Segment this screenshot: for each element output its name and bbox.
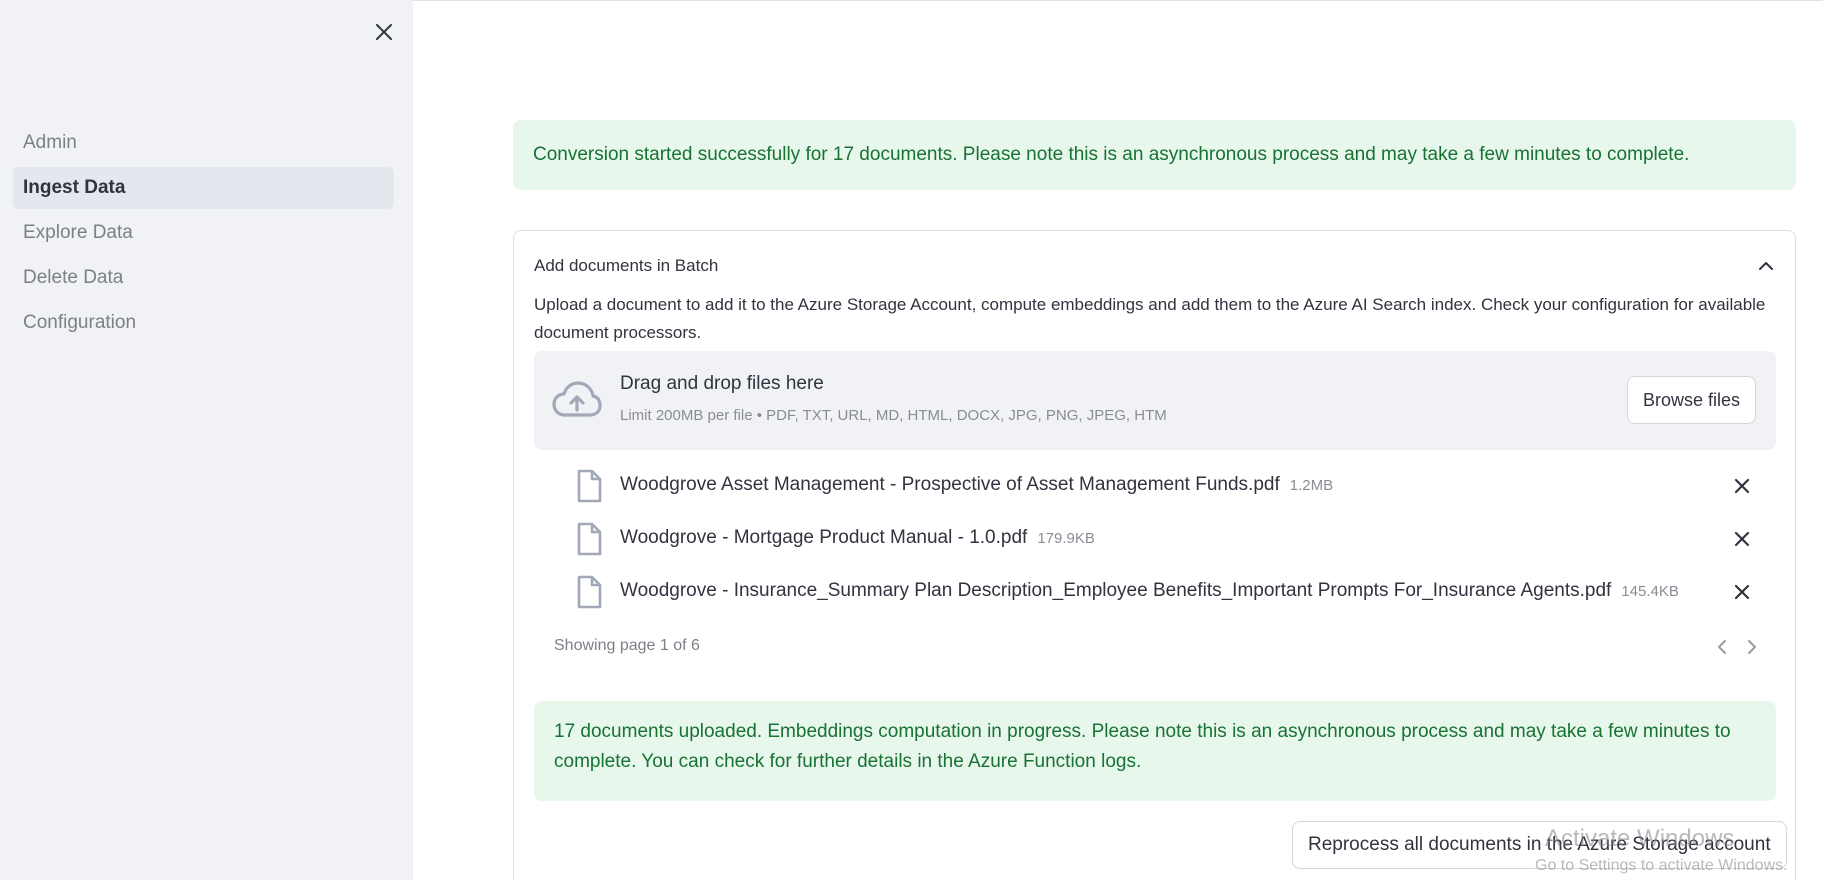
close-icon bbox=[1734, 584, 1750, 600]
sidebar-item-configuration[interactable]: Configuration bbox=[13, 302, 394, 344]
expander-description: Upload a document to add it to the Azure… bbox=[534, 295, 1766, 342]
file-dropzone[interactable]: Drag and drop files here Limit 200MB per… bbox=[534, 351, 1776, 450]
sidebar-nav: Admin Ingest Data Explore Data Delete Da… bbox=[13, 122, 394, 347]
dropzone-title: Drag and drop files here bbox=[620, 373, 824, 394]
uploaded-file-row: Woodgrove Asset Management - Prospective… bbox=[534, 463, 1776, 509]
chevron-left-icon bbox=[1718, 640, 1726, 654]
conversion-alert-text: Conversion started successfully for 17 d… bbox=[533, 144, 1690, 165]
file-name: Woodgrove Asset Management - Prospective… bbox=[620, 474, 1280, 495]
uploaded-file-row: Woodgrove - Mortgage Product Manual - 1.… bbox=[534, 516, 1776, 562]
sidebar-item-label: Ingest Data bbox=[23, 177, 126, 198]
add-documents-expander: Add documents in Batch Upload a document… bbox=[513, 230, 1796, 880]
close-icon bbox=[1734, 478, 1750, 494]
close-icon bbox=[376, 24, 392, 40]
dropzone-limit: Limit 200MB per file • PDF, TXT, URL, MD… bbox=[620, 407, 1167, 424]
file-name: Woodgrove - Mortgage Product Manual - 1.… bbox=[620, 527, 1028, 548]
chevron-up-icon bbox=[1759, 262, 1773, 270]
file-size: 145.4KB bbox=[1621, 583, 1679, 600]
sidebar: Admin Ingest Data Explore Data Delete Da… bbox=[0, 0, 413, 880]
upload-alert-text: 17 documents uploaded. Embeddings comput… bbox=[554, 721, 1731, 772]
file-size: 179.9KB bbox=[1037, 530, 1095, 547]
browse-files-button[interactable]: Browse files bbox=[1626, 376, 1756, 424]
file-icon bbox=[577, 575, 602, 609]
file-icon bbox=[577, 469, 602, 503]
sidebar-item-label: Explore Data bbox=[23, 222, 133, 243]
sidebar-item-label: Configuration bbox=[23, 312, 137, 333]
file-name: Woodgrove - Insurance_Summary Plan Descr… bbox=[620, 580, 1612, 601]
next-page-button[interactable] bbox=[1740, 635, 1764, 659]
pagination-status: Showing page 1 of 6 bbox=[554, 637, 700, 654]
cloud-upload-icon bbox=[552, 381, 602, 417]
sidebar-item-ingest-data[interactable]: Ingest Data bbox=[13, 167, 394, 209]
sidebar-item-label: Admin bbox=[23, 132, 77, 153]
sidebar-item-label: Delete Data bbox=[23, 267, 124, 288]
main-content: Conversion started successfully for 17 d… bbox=[413, 0, 1823, 880]
sidebar-item-explore-data[interactable]: Explore Data bbox=[13, 212, 394, 254]
close-icon bbox=[1734, 531, 1750, 547]
reprocess-all-button[interactable]: Reprocess all documents in the Azure Sto… bbox=[1292, 821, 1787, 869]
expander-header[interactable]: Add documents in Batch bbox=[534, 251, 1774, 281]
remove-file-button[interactable] bbox=[1730, 580, 1754, 604]
conversion-success-alert: Conversion started successfully for 17 d… bbox=[513, 120, 1796, 190]
remove-file-button[interactable] bbox=[1730, 527, 1754, 551]
file-icon bbox=[577, 522, 602, 556]
sidebar-item-admin[interactable]: Admin bbox=[13, 122, 394, 164]
previous-page-button[interactable] bbox=[1710, 635, 1734, 659]
sidebar-item-delete-data[interactable]: Delete Data bbox=[13, 257, 394, 299]
close-sidebar-button[interactable] bbox=[370, 18, 398, 46]
upload-success-alert: 17 documents uploaded. Embeddings comput… bbox=[534, 701, 1776, 801]
uploaded-file-row: Woodgrove - Insurance_Summary Plan Descr… bbox=[534, 569, 1776, 615]
expander-title: Add documents in Batch bbox=[534, 256, 719, 275]
file-size: 1.2MB bbox=[1289, 477, 1334, 494]
chevron-right-icon bbox=[1748, 640, 1756, 654]
remove-file-button[interactable] bbox=[1730, 474, 1754, 498]
